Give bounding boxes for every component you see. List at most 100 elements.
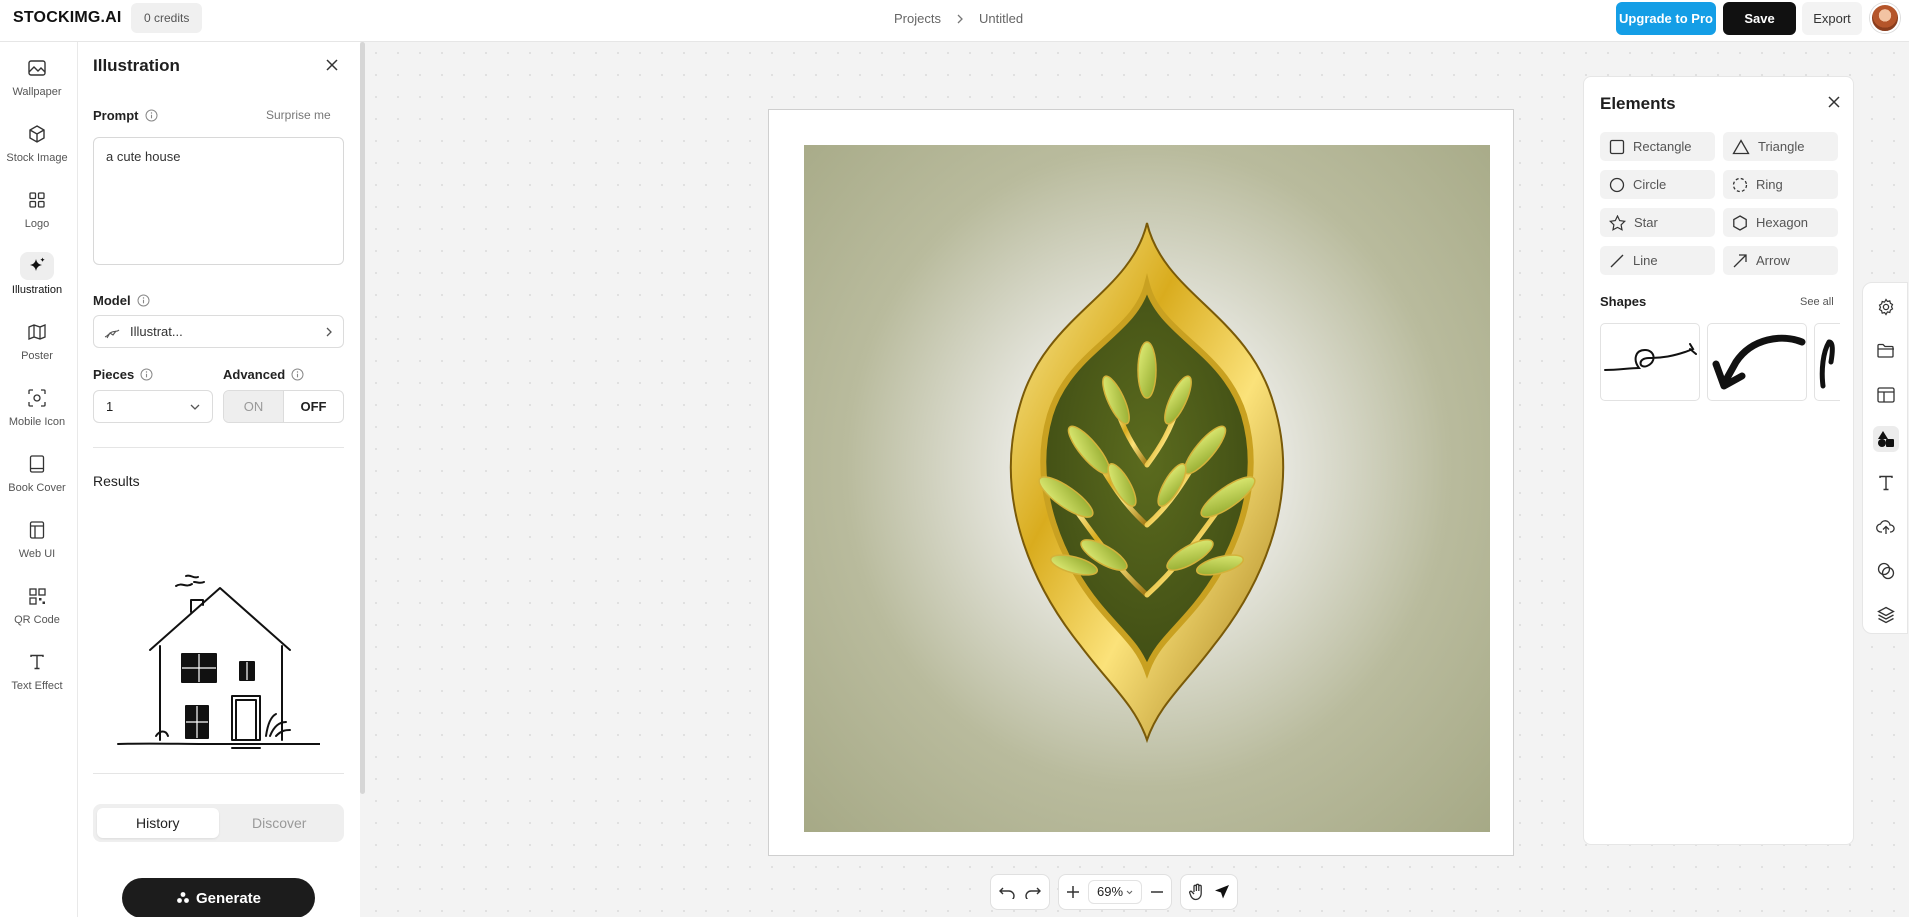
ring-icon [1732, 177, 1748, 193]
rail-label: Book Cover [8, 482, 66, 494]
rail-item-mobile-icon[interactable]: Mobile Icon [0, 384, 74, 428]
rail-label: Text Effect [11, 680, 63, 692]
generate-button[interactable]: Generate [122, 878, 315, 917]
rail-item-wallpaper[interactable]: Wallpaper [0, 54, 74, 98]
shape-triangle-button[interactable]: Triangle [1723, 132, 1838, 161]
arrow-icon [1732, 253, 1748, 269]
shape-card-curved-arrow[interactable] [1707, 323, 1807, 401]
zoom-out-icon[interactable] [1150, 885, 1164, 899]
star-icon [1609, 214, 1626, 231]
elements-icon[interactable] [1873, 426, 1899, 452]
text-tool-icon[interactable] [1873, 470, 1899, 496]
rail-item-text-effect[interactable]: Text Effect [0, 648, 74, 692]
app-icon [20, 384, 54, 412]
rail-item-poster[interactable]: Poster [0, 318, 74, 362]
info-icon[interactable] [291, 368, 304, 381]
pieces-value: 1 [106, 399, 114, 414]
elements-panel: Elements Rectangle Triangle Circle Ring … [1583, 76, 1854, 845]
shape-hexagon-button[interactable]: Hexagon [1723, 208, 1838, 237]
artboard[interactable] [768, 109, 1514, 856]
generated-emblem-image[interactable] [804, 145, 1490, 832]
rail-label: Mobile Icon [8, 416, 66, 428]
shapes-title: Shapes [1600, 294, 1647, 309]
export-button[interactable]: Export [1802, 2, 1862, 35]
line-icon [1609, 253, 1625, 269]
chevron-down-icon [190, 404, 200, 410]
info-icon[interactable] [145, 109, 158, 122]
shape-arrow-button[interactable]: Arrow [1723, 246, 1838, 275]
layout-icon [20, 516, 54, 544]
rail-item-illustration[interactable]: Illustration [0, 252, 74, 296]
right-tool-rail [1862, 282, 1908, 634]
result-thumbnail[interactable] [116, 522, 320, 762]
advanced-on-option[interactable]: ON [224, 391, 284, 422]
tab-history[interactable]: History [97, 808, 219, 838]
zoom-in-icon[interactable] [1066, 885, 1080, 899]
layers-icon[interactable] [1873, 602, 1899, 628]
close-icon[interactable] [326, 59, 338, 71]
undo-icon[interactable] [998, 885, 1016, 899]
shape-ring-button[interactable]: Ring [1723, 170, 1838, 199]
panel-title: Illustration [93, 56, 180, 75]
info-icon[interactable] [140, 368, 153, 381]
cursor-controls [1180, 874, 1239, 910]
zoom-controls: 69% [1058, 874, 1173, 910]
rail-item-stock-image[interactable]: Stock Image [0, 120, 74, 164]
prompt-textarea[interactable]: a cute house [93, 137, 344, 265]
grid-icon [20, 186, 54, 214]
shape-star-button[interactable]: Star [1600, 208, 1715, 237]
surprise-me-button[interactable]: Surprise me [266, 108, 331, 122]
shape-card-scribble[interactable] [1600, 323, 1700, 401]
settings-icon[interactable] [1873, 294, 1899, 320]
hand-icon[interactable] [1188, 883, 1206, 901]
shape-rectangle-button[interactable]: Rectangle [1600, 132, 1715, 161]
upgrade-button[interactable]: Upgrade to Pro [1616, 2, 1716, 35]
advanced-toggle[interactable]: ON OFF [223, 390, 344, 423]
rail-label: Poster [21, 350, 53, 362]
template-icon[interactable] [1873, 382, 1899, 408]
zoom-level-select[interactable]: 69% [1088, 880, 1143, 904]
prompt-label: Prompt [93, 108, 158, 123]
shape-line-button[interactable]: Line [1600, 246, 1715, 275]
model-thumbnail-icon [104, 325, 120, 339]
sticker-icon[interactable] [1873, 558, 1899, 584]
see-all-link[interactable]: See all [1800, 296, 1834, 308]
breadcrumb-current[interactable]: Untitled [979, 11, 1023, 26]
rail-item-logo[interactable]: Logo [0, 186, 74, 230]
generate-label: Generate [195, 889, 262, 907]
redo-icon[interactable] [1024, 885, 1042, 899]
model-select[interactable]: Illustrat... [93, 315, 344, 348]
tab-discover[interactable]: Discover [219, 808, 341, 838]
top-bar: STOCKIMG.AI 0 credits Projects Untitled … [0, 0, 1909, 42]
breadcrumb-projects[interactable]: Projects [894, 11, 941, 26]
brand-logo[interactable]: STOCKIMG.AI [13, 9, 122, 27]
save-button[interactable]: Save [1723, 2, 1796, 35]
folder-icon[interactable] [1873, 338, 1899, 364]
rail-label: Stock Image [6, 152, 68, 164]
rail-item-web-ui[interactable]: Web UI [0, 516, 74, 560]
pieces-label: Pieces [93, 367, 153, 382]
chevron-down-icon [1126, 890, 1133, 895]
rail-item-qr-code[interactable]: QR Code [0, 582, 74, 626]
credits-badge[interactable]: 0 credits [131, 3, 203, 33]
info-icon[interactable] [137, 294, 150, 307]
pieces-select[interactable]: 1 [93, 390, 213, 423]
advanced-off-option[interactable]: OFF [284, 391, 343, 422]
upload-icon[interactable] [1873, 514, 1899, 540]
shape-card-partial[interactable] [1814, 323, 1840, 401]
shape-circle-button[interactable]: Circle [1600, 170, 1715, 199]
shape-label: Ring [1756, 177, 1783, 192]
divider [93, 447, 344, 448]
pointer-icon[interactable] [1214, 884, 1230, 900]
rail-label: QR Code [14, 614, 60, 626]
rail-item-book-cover[interactable]: Book Cover [0, 450, 74, 494]
shape-label: Triangle [1758, 139, 1805, 154]
close-icon[interactable] [1828, 96, 1840, 108]
results-tabs: History Discover [93, 804, 344, 842]
illustration-panel: Illustration Prompt Surprise me a cute h… [78, 42, 360, 917]
shape-label: Star [1634, 215, 1658, 230]
shape-label: Circle [1633, 177, 1667, 192]
avatar[interactable] [1870, 3, 1900, 33]
qr-icon [20, 582, 54, 610]
rail-label: Logo [24, 218, 50, 230]
